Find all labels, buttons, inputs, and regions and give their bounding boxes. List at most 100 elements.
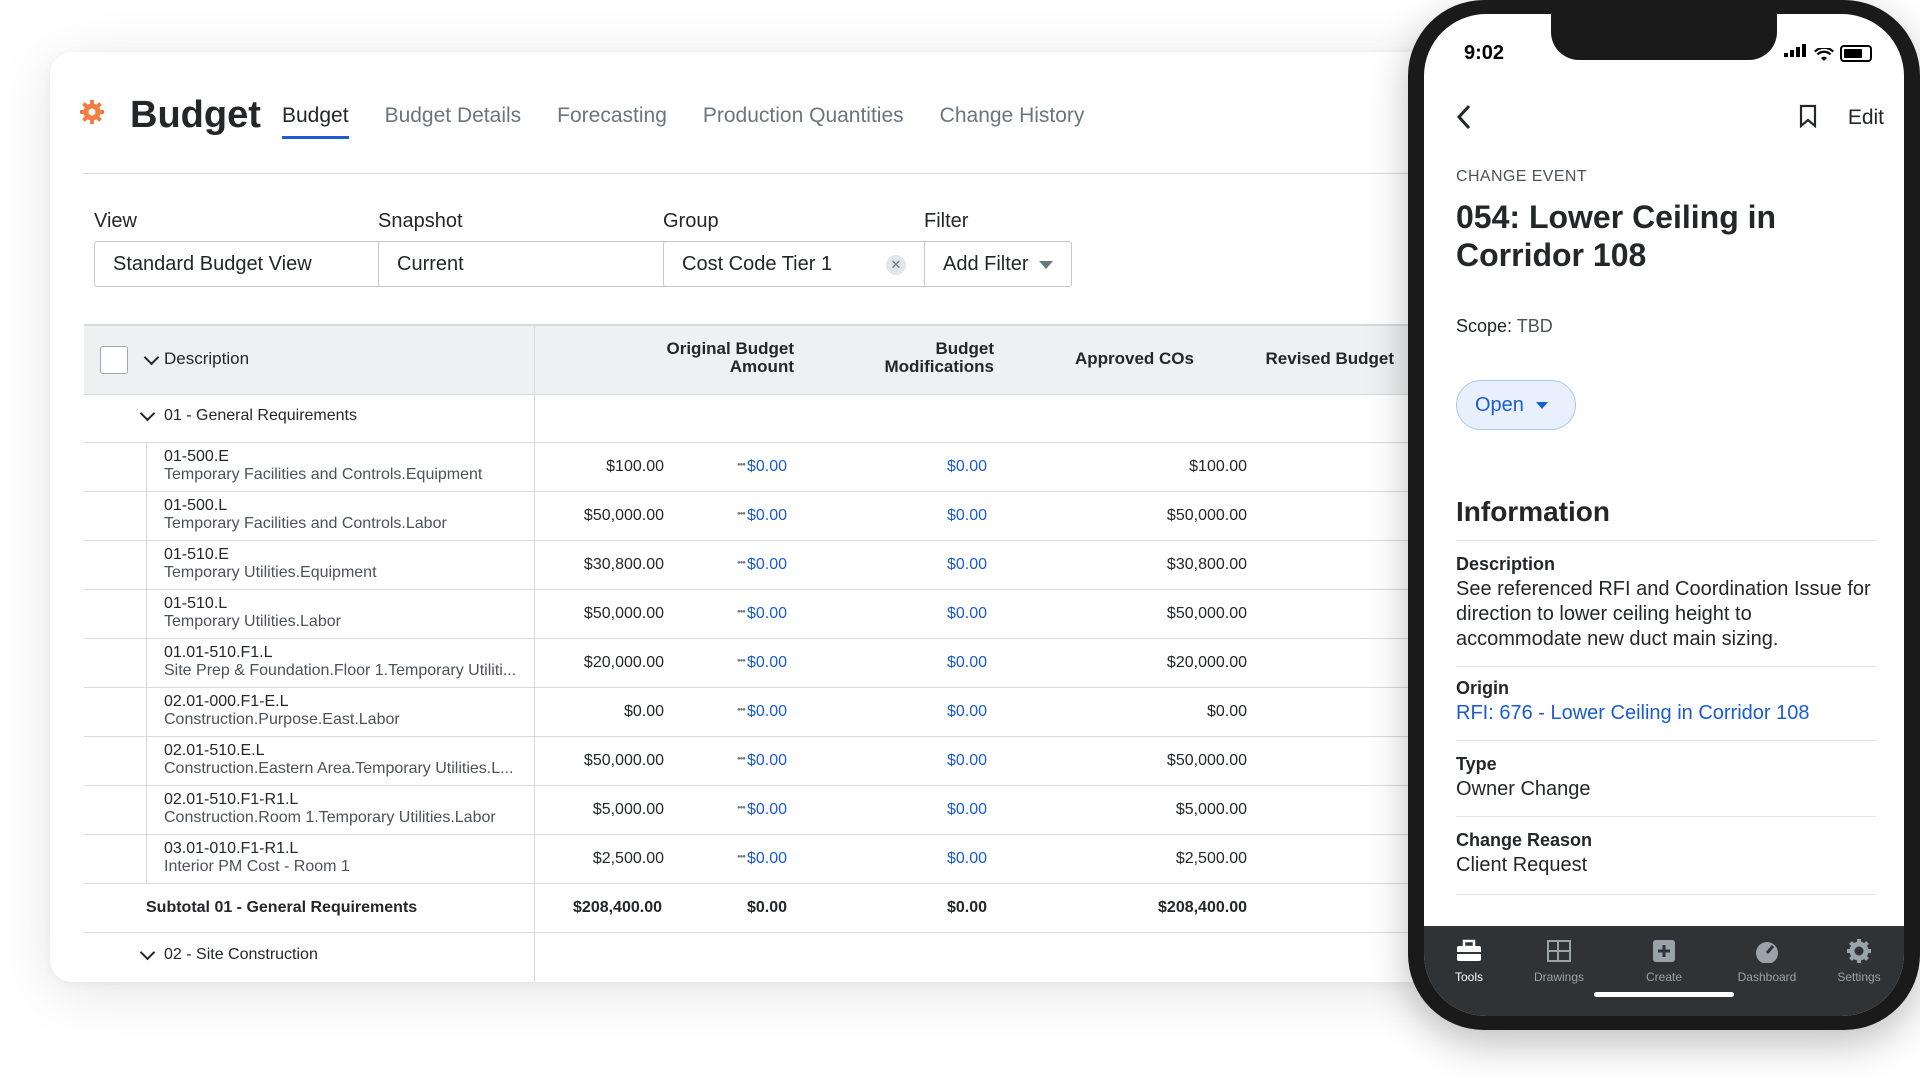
- original-budget-cell[interactable]: $100.00: [514, 458, 664, 476]
- tabbar-settings[interactable]: Settings: [1814, 936, 1904, 984]
- scope-value: TBD: [1516, 316, 1553, 336]
- tabbar-tools[interactable]: Tools: [1424, 936, 1514, 984]
- table-row[interactable]: 01-510.E Temporary Utilities.Equipment $30…: [84, 540, 1470, 590]
- view-filter: View Standard Budget View: [94, 210, 420, 287]
- original-budget-cell[interactable]: $5,000.00: [514, 801, 664, 819]
- col-original-budget[interactable]: Original Budget Amount: [604, 339, 795, 376]
- view-select[interactable]: Standard Budget View: [94, 241, 420, 287]
- table-row[interactable]: 01-500.E Temporary Facilities and Control…: [84, 442, 1470, 492]
- information-heading: Information: [1456, 496, 1610, 527]
- tab-forecasting[interactable]: Forecasting: [557, 104, 667, 139]
- approved-cos-link[interactable]: $0.00: [897, 458, 1037, 476]
- tab-production-quantities[interactable]: Production Quantities: [703, 104, 904, 139]
- select-all-checkbox[interactable]: [100, 346, 128, 374]
- phone-notch: [1551, 14, 1777, 60]
- approved-cos-link[interactable]: $0.00: [897, 507, 1037, 525]
- type-label: Type: [1456, 754, 1497, 774]
- change-reason-field: Change Reason Client Request: [1456, 830, 1876, 878]
- table-row[interactable]: 02.01-510.E.L Construction.Eastern Area.T…: [84, 736, 1470, 786]
- subtotal-revised: $208,400.00: [1158, 899, 1247, 916]
- table-row[interactable]: 01-510.L Temporary Utilities.Labor $50,000…: [84, 589, 1470, 639]
- row-indent-line: [146, 687, 147, 736]
- chevron-down-icon: [1039, 261, 1053, 269]
- caret-down-icon: [1535, 401, 1548, 409]
- chevron-down-icon[interactable]: [143, 349, 160, 366]
- approved-cos-link[interactable]: $0.00: [897, 605, 1037, 623]
- revised-budget-cell: $50,000.00: [1166, 752, 1247, 769]
- snapshot-select[interactable]: Current: [378, 241, 704, 287]
- original-budget-cell[interactable]: $50,000.00: [514, 752, 664, 770]
- row-indent-line: [146, 491, 147, 540]
- tabbar-drawings[interactable]: Drawings: [1514, 936, 1604, 984]
- cost-code: 01-500.L: [164, 497, 228, 514]
- phone-screen: 9:02 Edit CHANGE EVENT 054: Lower Ceilin…: [1424, 14, 1904, 1016]
- tabbar-dashboard[interactable]: Dashboard: [1722, 936, 1812, 984]
- approved-cos-link[interactable]: $0.00: [897, 801, 1037, 819]
- col-original-l2: Amount: [729, 357, 794, 376]
- tab-budget[interactable]: Budget: [282, 104, 349, 139]
- col-budget-modifications[interactable]: Budget Modifications: [804, 340, 994, 376]
- original-budget-cell[interactable]: $50,000.00: [514, 605, 664, 623]
- budget-modifications-link[interactable]: $0.00: [697, 752, 837, 770]
- original-budget-cell[interactable]: $50,000.00: [514, 507, 664, 525]
- row-indent-line: [146, 736, 147, 785]
- budget-modifications-link[interactable]: $0.00: [697, 605, 837, 623]
- tabbar-create[interactable]: Create: [1619, 936, 1709, 984]
- cost-code: 01-510.L: [164, 595, 228, 612]
- col-approved-cos[interactable]: Approved COs: [984, 350, 1194, 368]
- approved-cos-link[interactable]: $0.00: [897, 654, 1037, 672]
- scope-label: Scope:: [1456, 316, 1513, 336]
- col-revised-budget[interactable]: Revised Budget: [1164, 350, 1394, 368]
- tab-change-history[interactable]: Change History: [940, 104, 1085, 139]
- cost-code: 02.01-510.E.L: [164, 742, 265, 759]
- chevron-down-icon[interactable]: [139, 405, 156, 422]
- tabbar-dashboard-label: Dashboard: [1737, 970, 1797, 984]
- approved-cos-link[interactable]: $0.00: [897, 752, 1037, 770]
- divider: [1456, 740, 1876, 741]
- revised-budget-cell: $30,800.00: [1166, 556, 1247, 573]
- description-value: See referenced RFI and Coordination Issu…: [1456, 578, 1871, 650]
- original-budget-cell[interactable]: $20,000.00: [514, 654, 664, 672]
- chevron-down-icon[interactable]: [139, 944, 156, 961]
- table-row[interactable]: 01.01-510.F1.L Site Prep & Foundation.Flo…: [84, 638, 1470, 688]
- view-label: View: [94, 210, 137, 232]
- revised-budget-cell: $50,000.00: [1166, 605, 1247, 622]
- original-budget-cell[interactable]: $0.00: [514, 703, 664, 721]
- group-select[interactable]: Cost Code Tier 1 ✕: [663, 241, 959, 287]
- budget-modifications-link[interactable]: $0.00: [697, 458, 837, 476]
- budget-modifications-link[interactable]: $0.00: [697, 507, 837, 525]
- divider: [1456, 666, 1876, 667]
- subtotal-mods: $0.00: [746, 899, 788, 916]
- status-dropdown[interactable]: Open: [1456, 380, 1576, 430]
- bottom-tab-bar: Tools Drawings Create Dashboard Settings: [1424, 926, 1904, 1016]
- budget-modifications-link[interactable]: $0.00: [697, 850, 837, 868]
- bookmark-icon[interactable]: [1799, 104, 1817, 129]
- table-row[interactable]: 03.01-010.F1-R1.L Interior PM Cost - Room…: [84, 834, 1470, 884]
- budget-modifications-link[interactable]: $0.00: [697, 654, 837, 672]
- edit-button[interactable]: Edit: [1848, 106, 1884, 130]
- table-row[interactable]: 01-500.L Temporary Facilities and Control…: [84, 491, 1470, 541]
- col-original-l1: Original Budget: [666, 339, 795, 358]
- budget-modifications-link[interactable]: $0.00: [697, 556, 837, 574]
- group-row[interactable]: 01 - General Requirements: [84, 393, 1470, 443]
- tab-budget-details[interactable]: Budget Details: [385, 104, 522, 139]
- col-description[interactable]: Description: [164, 350, 249, 368]
- approved-cos-link[interactable]: $0.00: [897, 703, 1037, 721]
- clear-icon[interactable]: ✕: [886, 255, 906, 275]
- original-budget-cell[interactable]: $30,800.00: [514, 556, 664, 574]
- table-row[interactable]: 02.01-510.F1-R1.L Construction.Room 1.Tem…: [84, 785, 1470, 835]
- budget-modifications-link[interactable]: $0.00: [697, 703, 837, 721]
- add-filter-select[interactable]: Add Filter: [924, 241, 1072, 287]
- row-indent-line: [146, 540, 147, 589]
- table-row[interactable]: 02.01-000.F1-E.L Construction.Purpose.Eas…: [84, 687, 1470, 737]
- approved-cos-link[interactable]: $0.00: [897, 556, 1037, 574]
- origin-link[interactable]: RFI: 676 - Lower Ceiling in Corridor 108: [1456, 701, 1876, 726]
- revised-budget-cell: $100.00: [1189, 458, 1247, 475]
- back-icon[interactable]: [1456, 104, 1472, 138]
- approved-cos-link[interactable]: $0.00: [897, 850, 1037, 868]
- tabbar-tools-label: Tools: [1454, 970, 1483, 984]
- group-row[interactable]: 02 - Site Construction: [84, 932, 1470, 981]
- budget-modifications-link[interactable]: $0.00: [697, 801, 837, 819]
- original-budget-cell[interactable]: $2,500.00: [514, 850, 664, 868]
- signal-icon: [1784, 44, 1808, 62]
